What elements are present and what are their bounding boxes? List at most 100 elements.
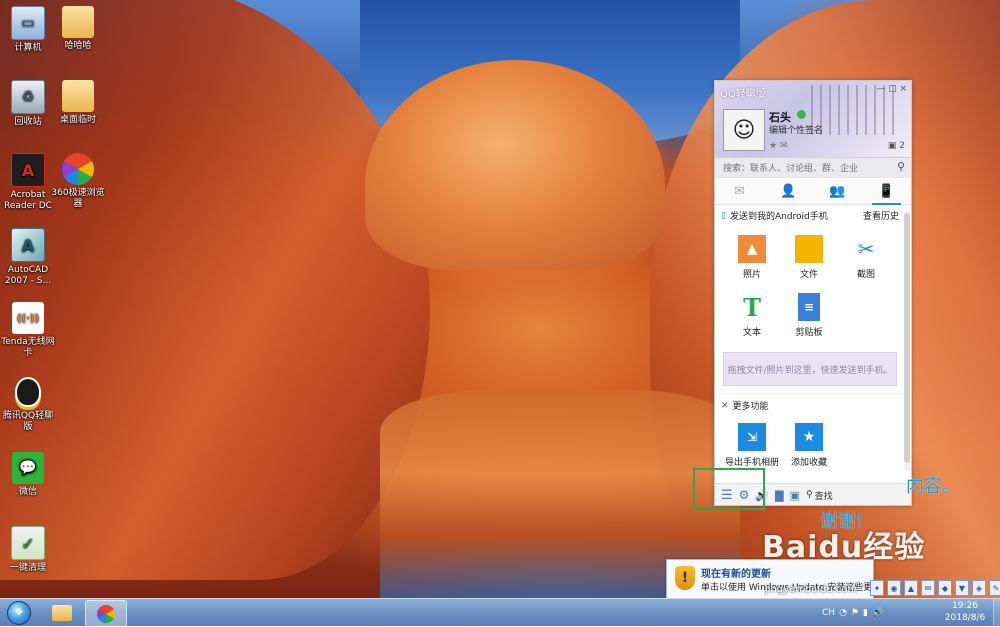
tool-clipboard[interactable]: ≡ 剪贴板 — [784, 293, 834, 338]
scrollbar-thumb[interactable] — [904, 213, 910, 463]
tool-add-favorite[interactable]: ★ 添加收藏 — [784, 423, 834, 468]
desktop-icon-label: 回收站 — [14, 117, 42, 127]
avatar[interactable]: ☺ — [723, 109, 765, 151]
notification-icon[interactable]: ▣ — [888, 141, 897, 151]
tool-label: 添加收藏 — [790, 458, 827, 468]
tool-label: 导出手机相册 — [724, 458, 779, 468]
desktop-icon-wechat[interactable]: 💬 微信 — [0, 452, 56, 498]
desktop-icon-label: 一键清理 — [9, 563, 46, 573]
desktop-icon-label: Tenda无线网卡 — [1, 337, 55, 358]
desktop-icon-folder-hahaha[interactable]: 哈哈哈 — [50, 6, 106, 52]
tab-contacts[interactable]: 👤 — [764, 178, 813, 204]
computer-icon: ▭ — [11, 6, 45, 40]
window-controls[interactable]: — □ × — [876, 84, 907, 94]
desktop-icon-acrobat[interactable]: A Acrobat Reader DC — [0, 153, 56, 212]
contact-icon: 👤 — [780, 183, 797, 199]
taskbar: ❖ CH ◔ ⚑ ▮ 🔊 19:26 2018/8/6 — [0, 598, 1000, 627]
tray-app-icon[interactable]: ▲ — [904, 580, 918, 596]
volume-icon[interactable]: 🔊 — [872, 608, 883, 618]
tool-label: 剪贴板 — [795, 328, 823, 338]
online-status-icon[interactable] — [797, 110, 806, 119]
tab-groups[interactable]: 👥 — [813, 178, 862, 204]
tray-app-icon[interactable]: ◈ — [972, 580, 986, 596]
desktop-icon-label: 哈哈哈 — [64, 41, 92, 51]
tool-export-album[interactable]: ⇲ 导出手机相册 — [721, 423, 783, 468]
scissors-icon: ✂ — [857, 237, 875, 261]
desktop-icon-360-browser[interactable]: 360极速浏览器 — [50, 153, 106, 210]
desktop-icon-cleanup[interactable]: ✓ 一键清理 — [0, 526, 56, 574]
search-input[interactable] — [721, 160, 885, 177]
tenda-icon: ((·)) — [12, 302, 44, 334]
export-album-icon: ⇲ — [738, 423, 766, 451]
group-icon: 👥 — [829, 183, 846, 199]
tray-overflow-strip: ✦ ◉ ▲ ✉ ◆ ▼ ◈ ✎ ■ — [870, 580, 1000, 596]
flag-icon[interactable]: ⚑ — [851, 608, 859, 618]
tab-phone[interactable]: 📱 — [862, 178, 911, 205]
clock-time: 19:26 — [952, 601, 978, 611]
tray-app-icon[interactable]: ✎ — [989, 580, 1000, 596]
wechat-icon: 💬 — [12, 452, 44, 484]
message-icon: ✉ — [734, 183, 745, 199]
desktop-icon-qq[interactable]: 腾讯QQ轻聊版 — [0, 376, 56, 433]
desktop-icon-computer[interactable]: ▭ 计算机 — [0, 6, 56, 54]
desktop-icon-label: AutoCAD 2007 - S... — [4, 265, 52, 286]
desktop-icon-autocad[interactable]: A AutoCAD 2007 - S... — [0, 228, 56, 287]
taskbar-explorer[interactable] — [42, 600, 82, 625]
drop-zone[interactable]: 拖拽文件/照片到这里，快速发送到手机。 — [723, 352, 897, 386]
taskbar-360-browser[interactable] — [85, 600, 127, 627]
folder-icon — [795, 235, 823, 263]
tool-text[interactable]: T 文本 — [727, 292, 777, 339]
network-icon[interactable]: ▮ — [863, 608, 868, 618]
signature[interactable]: 编辑个性签名 — [769, 123, 823, 136]
tray-app-icon[interactable]: ✦ — [870, 580, 884, 596]
star-icon[interactable]: ★ — [769, 141, 777, 151]
folder-icon — [62, 80, 94, 112]
divider — [715, 393, 903, 394]
desktop-icon-label: 腾讯QQ轻聊版 — [2, 411, 54, 432]
tool-file[interactable]: 文件 — [784, 235, 834, 280]
app-manager-icon[interactable]: ▣ — [790, 489, 800, 502]
tool-screenshot[interactable]: ✂ 截图 — [841, 235, 891, 280]
find-label: 查找 — [814, 491, 833, 502]
desktop-icon-label: 微信 — [18, 487, 37, 497]
tray-app-icon[interactable]: ◆ — [938, 580, 952, 596]
windows-logo-icon: ❖ — [7, 600, 31, 625]
tool-label: 文件 — [799, 270, 818, 280]
tray-app-icon[interactable]: ◉ — [887, 580, 901, 596]
notification-count: 2 — [899, 141, 905, 151]
folder-icon — [52, 604, 72, 621]
phone-panel: ▯ 发送到我的Android手机 查看历史 ▲ 照片 文件 ✂ 截图 T 文本 … — [715, 205, 903, 475]
show-desktop-button[interactable] — [993, 599, 1000, 626]
desktop-icon-label: Acrobat Reader DC — [4, 190, 52, 211]
ime-icon[interactable]: ◔ — [839, 608, 847, 618]
system-tray: CH ◔ ⚑ ▮ 🔊 — [822, 599, 883, 626]
search-icon[interactable]: ⚲ — [897, 160, 905, 173]
desktop-icon-folder-temp[interactable]: 桌面临时 — [50, 80, 106, 126]
tray-app-icon[interactable]: ▼ — [955, 580, 969, 596]
tray-app-icon[interactable]: ✉ — [921, 580, 935, 596]
browser-360-icon — [62, 153, 94, 185]
qq-icon — [12, 376, 44, 408]
header-icons: ★ ✉ — [769, 141, 788, 151]
tab-messages[interactable]: ✉ — [715, 178, 764, 204]
phone-icon: 📱 — [878, 183, 895, 199]
mail-icon[interactable]: ✉ — [780, 141, 788, 151]
tool-photo[interactable]: ▲ 照片 — [727, 235, 777, 280]
desktop-icon-tenda[interactable]: ((·)) Tenda无线网卡 — [0, 302, 56, 359]
scrollbar[interactable] — [904, 211, 910, 471]
qq-tabs: ✉ 👤 👥 📱 — [715, 178, 911, 205]
shield-warning-icon: ! — [675, 566, 695, 590]
desktop-icon-label: 桌面临时 — [59, 115, 96, 125]
view-history-link[interactable]: 查看历史 — [863, 209, 899, 222]
start-button[interactable]: ❖ — [2, 599, 36, 626]
text-icon: T — [743, 292, 761, 322]
language-indicator[interactable]: CH — [822, 608, 835, 618]
clock-date: 2018/8/6 — [944, 613, 986, 623]
folder-icon — [62, 6, 94, 38]
clock[interactable]: 19:26 2018/8/6 — [940, 600, 990, 624]
find-button[interactable]: ⚲ 查找 — [806, 489, 833, 502]
send-section-label: 发送到我的Android手机 — [729, 212, 828, 222]
file-manager-icon[interactable]: ▇ — [775, 489, 783, 502]
recycle-bin-icon: ♻ — [11, 80, 45, 114]
desktop-icon-recycle-bin[interactable]: ♻ 回收站 — [0, 80, 56, 128]
